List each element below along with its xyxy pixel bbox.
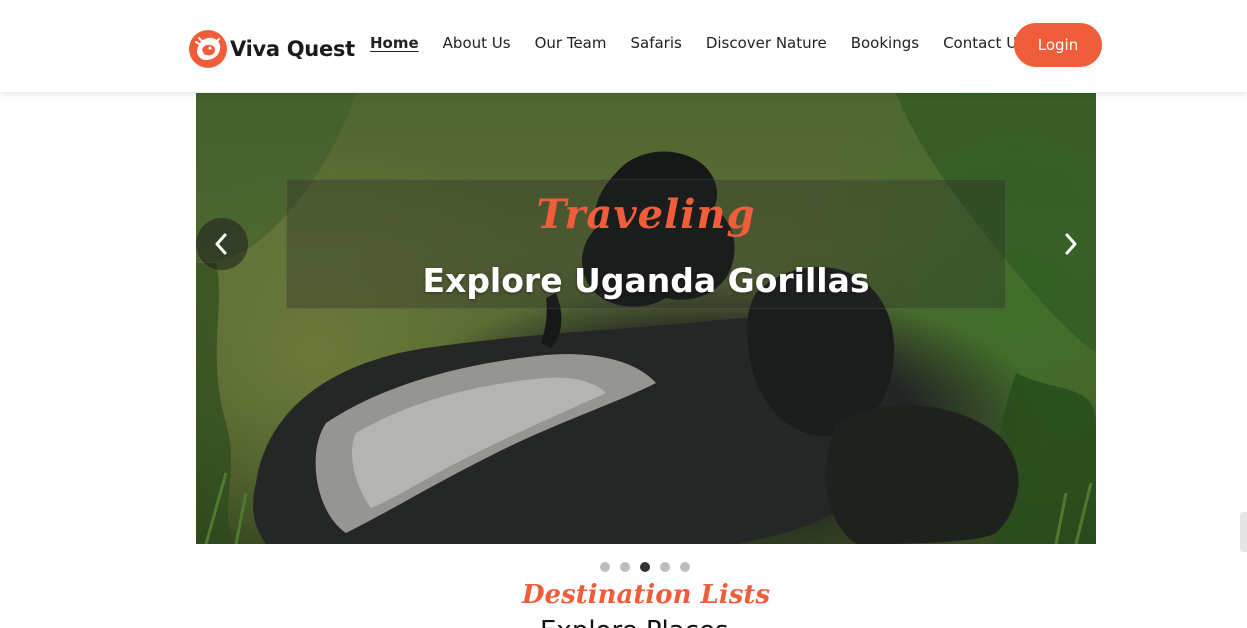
carousel-indicators	[600, 562, 700, 572]
destination-lists-title: Destination Lists	[522, 580, 770, 610]
login-button[interactable]: Login	[1014, 23, 1102, 67]
carousel-dot-3[interactable]	[640, 562, 650, 572]
hero-gorilla-image	[196, 93, 1096, 544]
nav-link-safaris[interactable]: Safaris	[631, 34, 682, 52]
carousel-prev-button[interactable]	[196, 218, 248, 270]
carousel-dot-2[interactable]	[620, 562, 630, 572]
side-feedback-tab[interactable]	[1240, 512, 1247, 552]
chevron-right-icon	[1065, 233, 1077, 255]
nav-link-our-team[interactable]: Our Team	[535, 34, 607, 52]
top-navbar: Viva Quest Home About Us Our Team Safari…	[0, 0, 1247, 92]
main-nav: Home About Us Our Team Safaris Discover …	[364, 34, 1049, 53]
nav-link-bookings[interactable]: Bookings	[851, 34, 919, 52]
carousel-dot-1[interactable]	[600, 562, 610, 572]
brand-name: Viva Quest	[230, 37, 355, 61]
hero-title: Explore Uganda Gorillas	[422, 261, 870, 300]
hero-script-text: Traveling	[536, 191, 756, 238]
nav-link-about-us[interactable]: About Us	[443, 34, 511, 52]
carousel-dot-4[interactable]	[660, 562, 670, 572]
carousel-next-button[interactable]	[1044, 218, 1096, 270]
lion-head-icon	[189, 30, 227, 68]
nav-link-home[interactable]: Home	[370, 34, 419, 52]
carousel-dot-5[interactable]	[680, 562, 690, 572]
nav-link-discover-nature[interactable]: Discover Nature	[706, 34, 827, 52]
next-section-heading: Explore Places	[540, 616, 770, 628]
nav-link-contact-us[interactable]: Contact Us	[943, 34, 1025, 52]
hero-carousel: Traveling Explore Uganda Gorillas	[196, 93, 1096, 544]
brand-link[interactable]: Viva Quest	[188, 28, 355, 70]
chevron-left-icon	[215, 233, 227, 255]
